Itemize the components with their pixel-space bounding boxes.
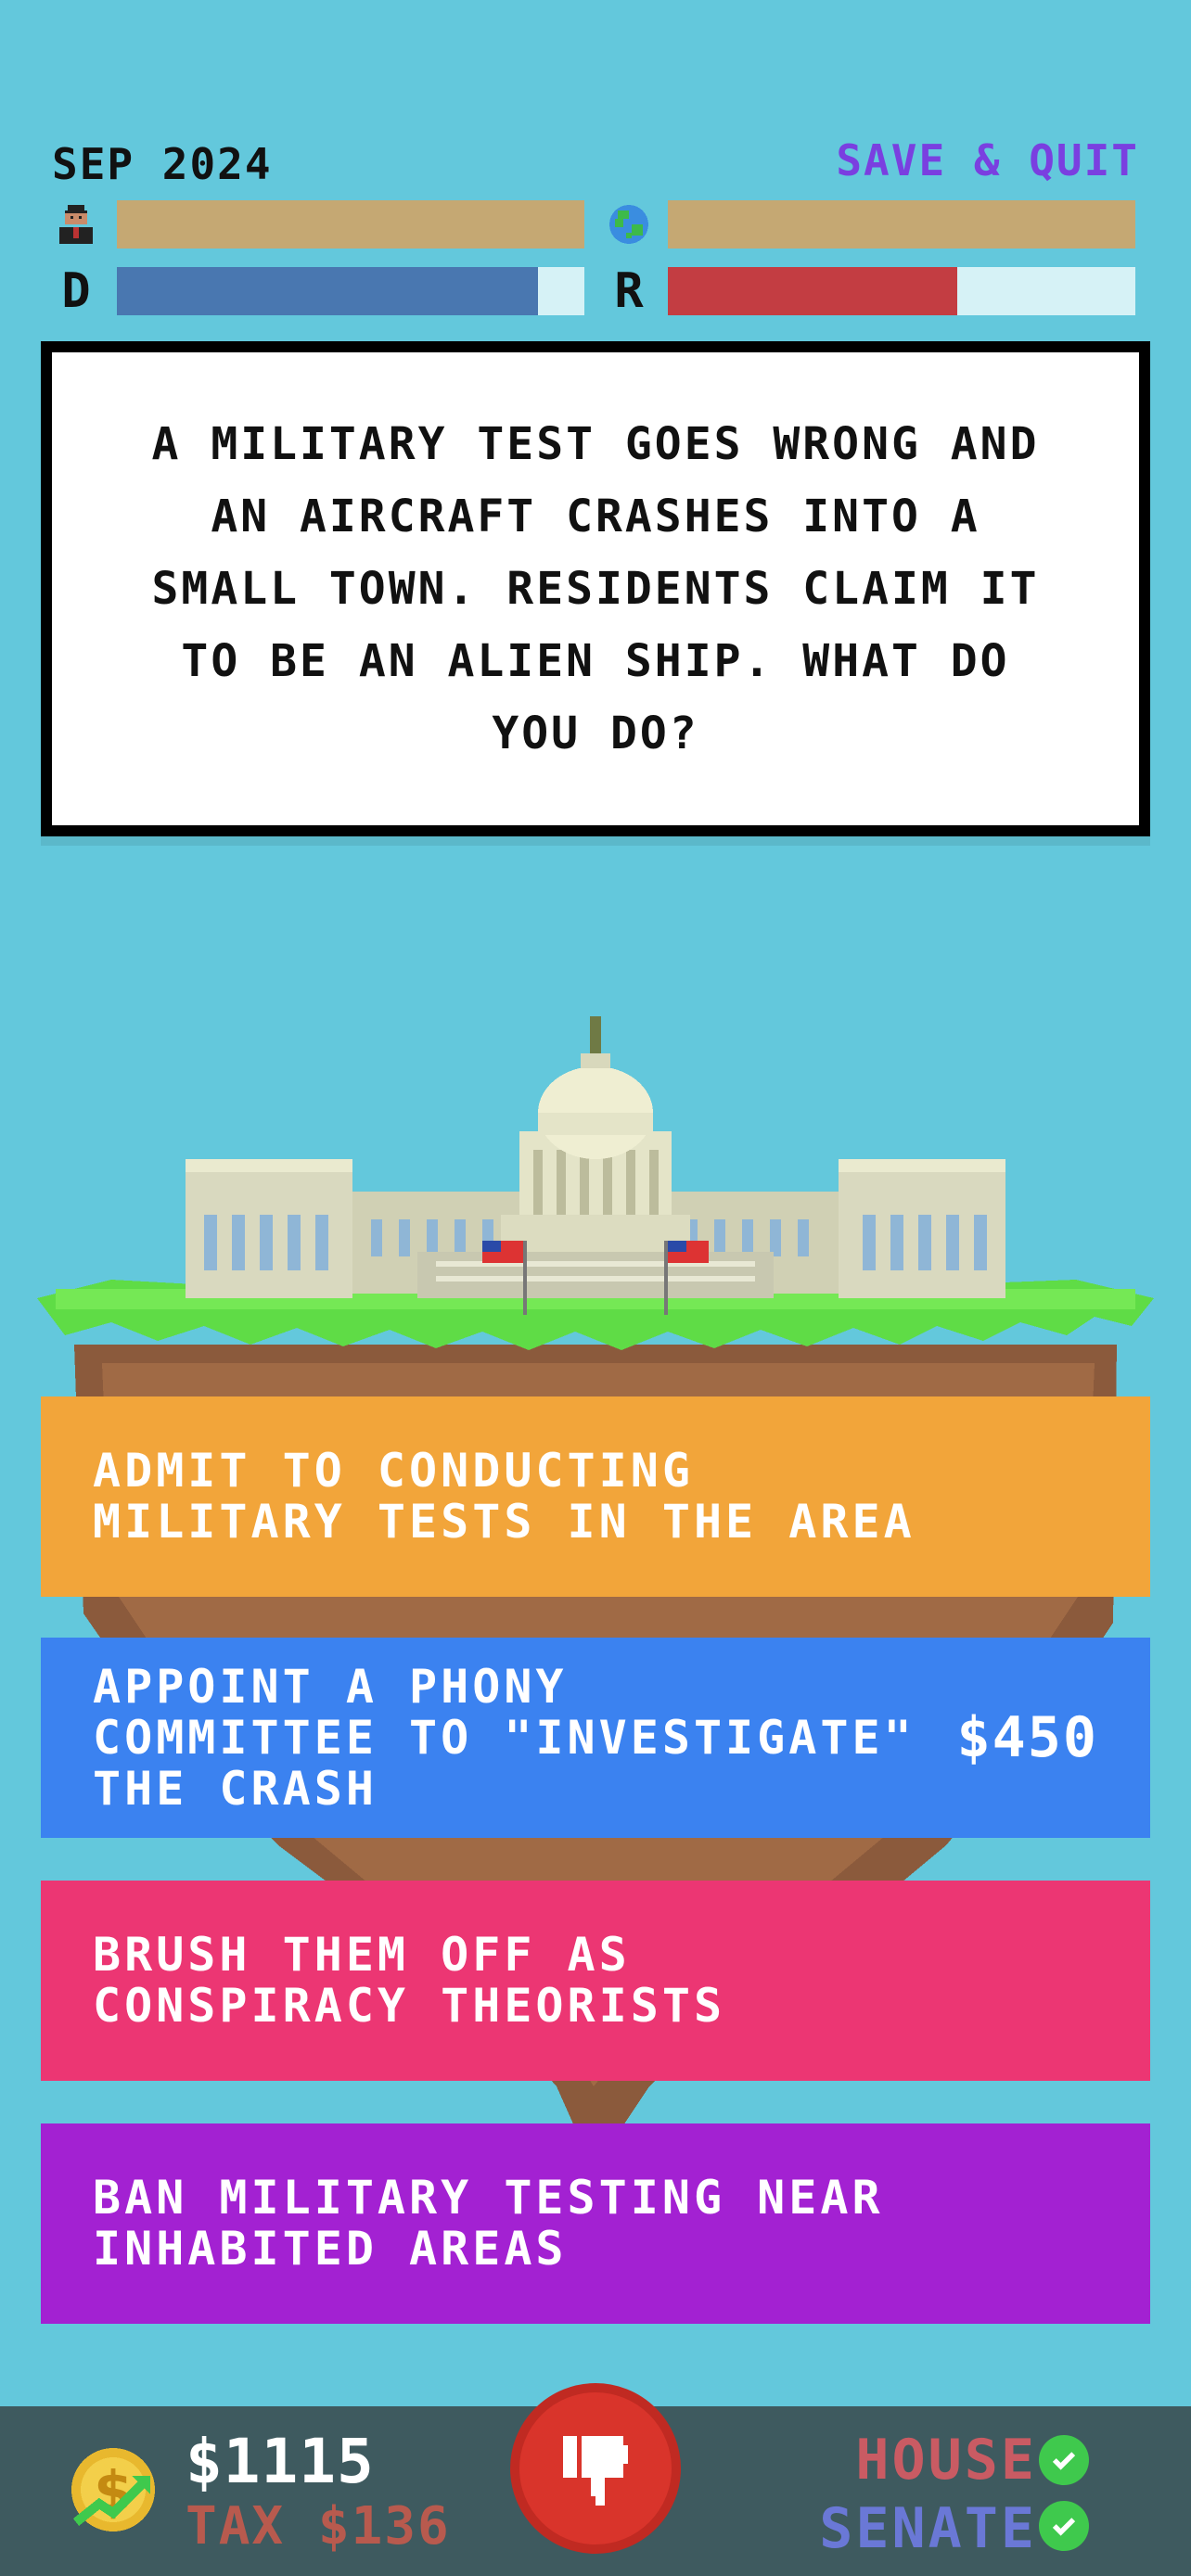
choice-label: APPOINT A PHONY COMMITTEE TO "INVESTIGAT… bbox=[93, 1659, 916, 1816]
choice-brush-off[interactable]: BRUSH THEM OFF AS CONSPIRACY THEORISTS bbox=[41, 1881, 1150, 2081]
scenario-card: A MILITARY TEST GOES WRONG AND AN AIRCRA… bbox=[41, 341, 1150, 836]
republican-label: R bbox=[614, 263, 644, 319]
party-meters: D R bbox=[52, 267, 1135, 315]
globe-icon bbox=[605, 200, 653, 249]
choice-cost: $450 bbox=[956, 1704, 1098, 1770]
tax-amount: TAX $136 bbox=[186, 2496, 451, 2557]
world-approval-bar bbox=[668, 200, 1135, 249]
democrat-approval-bar bbox=[117, 267, 584, 315]
approval-meters bbox=[52, 200, 1135, 249]
check-icon bbox=[1039, 2501, 1089, 2551]
republican-approval-bar bbox=[668, 267, 1135, 315]
senate-status: SENATE bbox=[819, 2496, 1037, 2561]
save-quit-button[interactable]: SAVE & QUIT bbox=[836, 135, 1139, 185]
choice-admit-tests[interactable]: ADMIT TO CONDUCTING MILITARY TESTS IN TH… bbox=[41, 1396, 1150, 1597]
population-approval-bar bbox=[117, 200, 584, 249]
choice-label: ADMIT TO CONDUCTING MILITARY TESTS IN TH… bbox=[93, 1444, 916, 1549]
choice-phony-committee[interactable]: APPOINT A PHONY COMMITTEE TO "INVESTIGAT… bbox=[41, 1638, 1150, 1838]
check-icon bbox=[1039, 2435, 1089, 2485]
money-amount: $1115 bbox=[186, 2426, 375, 2497]
coin-dollar-icon: $ bbox=[71, 2448, 155, 2531]
thumbs-down-icon bbox=[563, 2436, 628, 2506]
choice-label: BRUSH THEM OFF AS CONSPIRACY THEORISTS bbox=[93, 1928, 726, 2033]
veto-button[interactable] bbox=[510, 2383, 681, 2554]
choice-ban-testing[interactable]: BAN MILITARY TESTING NEAR INHABITED AREA… bbox=[41, 2123, 1150, 2324]
house-status: HOUSE bbox=[855, 2428, 1037, 2493]
democrat-label: D bbox=[61, 263, 91, 319]
date-label: SEP 2024 bbox=[52, 139, 273, 189]
person-icon bbox=[52, 200, 100, 249]
scenario-text: A MILITARY TEST GOES WRONG AND AN AIRCRA… bbox=[151, 418, 1040, 759]
choice-label: BAN MILITARY TESTING NEAR INHABITED AREA… bbox=[93, 2171, 884, 2276]
